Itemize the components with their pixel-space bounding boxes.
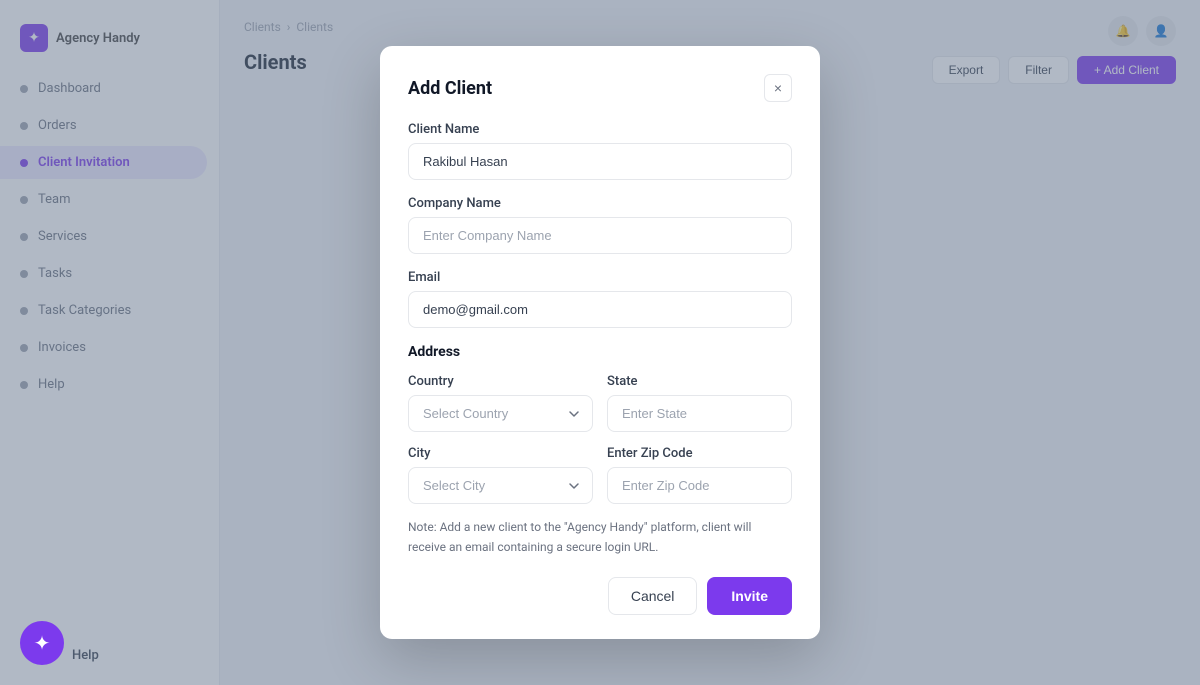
email-group: Email — [408, 270, 792, 328]
state-input[interactable] — [607, 395, 792, 432]
modal-header: Add Client × — [408, 74, 792, 102]
email-label: Email — [408, 270, 792, 285]
cancel-button[interactable]: Cancel — [608, 577, 698, 615]
country-select[interactable]: Select Country — [408, 395, 593, 432]
client-name-input[interactable] — [408, 143, 792, 180]
zip-input[interactable] — [607, 467, 792, 504]
company-name-input[interactable] — [408, 217, 792, 254]
email-input[interactable] — [408, 291, 792, 328]
country-label: Country — [408, 374, 593, 389]
add-client-modal: Add Client × Client Name Company Name Em… — [380, 46, 820, 638]
address-section-title: Address — [408, 344, 792, 360]
note-text: Note: Add a new client to the "Agency Ha… — [408, 518, 792, 556]
country-group: Country Select Country — [408, 374, 593, 432]
modal-overlay: Add Client × Client Name Company Name Em… — [0, 0, 1200, 685]
state-label: State — [607, 374, 792, 389]
zip-group: Enter Zip Code — [607, 446, 792, 504]
address-grid-row2: City Select City Enter Zip Code — [408, 446, 792, 504]
address-grid-row1: Country Select Country State — [408, 374, 792, 432]
modal-title: Add Client — [408, 78, 492, 99]
city-label: City — [408, 446, 593, 461]
invite-button[interactable]: Invite — [707, 577, 792, 615]
state-group: State — [607, 374, 792, 432]
modal-footer: Cancel Invite — [408, 577, 792, 615]
zip-label: Enter Zip Code — [607, 446, 792, 461]
company-name-label: Company Name — [408, 196, 792, 211]
modal-close-button[interactable]: × — [764, 74, 792, 102]
client-name-group: Client Name — [408, 122, 792, 180]
client-name-label: Client Name — [408, 122, 792, 137]
city-select[interactable]: Select City — [408, 467, 593, 504]
bottom-logo-icon: ✦ — [20, 621, 64, 665]
company-name-group: Company Name — [408, 196, 792, 254]
city-group: City Select City — [408, 446, 593, 504]
